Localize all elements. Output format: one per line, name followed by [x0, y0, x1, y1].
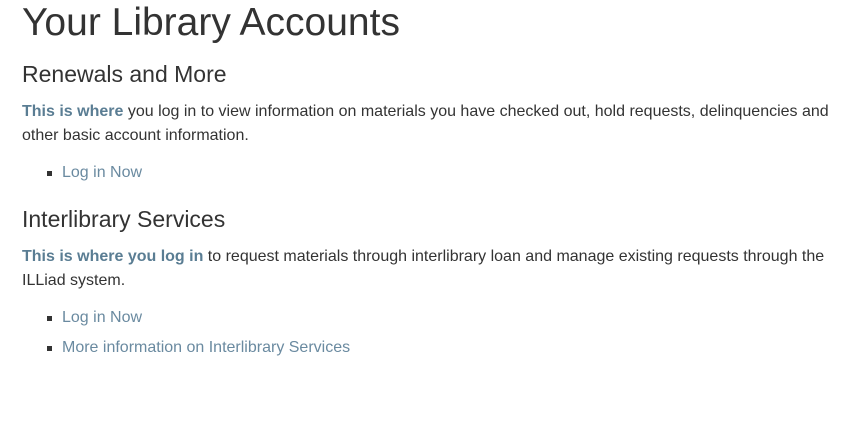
renewals-log-in-now-link[interactable]: Log in Now — [62, 164, 142, 181]
section-description-interlibrary: This is where you log in to request mate… — [22, 245, 837, 293]
renewals-this-is-where-link[interactable]: This is where — [22, 103, 123, 120]
page-title: Your Library Accounts — [22, 1, 400, 44]
list-item: Log in Now — [46, 158, 142, 188]
interlibrary-this-is-where-link[interactable]: This is where you log in — [22, 248, 203, 265]
section-heading-renewals: Renewals and More — [22, 61, 227, 87]
list-item: Log in Now — [46, 303, 350, 333]
renewals-link-list: Log in Now — [22, 158, 142, 188]
interlibrary-more-info-link[interactable]: More information on Interlibrary Service… — [62, 339, 350, 356]
section-description-renewals: This is where you log in to view informa… — [22, 100, 837, 148]
list-item: More information on Interlibrary Service… — [46, 333, 350, 363]
section-heading-interlibrary: Interlibrary Services — [22, 206, 226, 232]
description-text: you log in to view information on materi… — [22, 103, 829, 144]
interlibrary-link-list: Log in Now More information on Interlibr… — [22, 303, 350, 363]
interlibrary-log-in-now-link[interactable]: Log in Now — [62, 309, 142, 326]
